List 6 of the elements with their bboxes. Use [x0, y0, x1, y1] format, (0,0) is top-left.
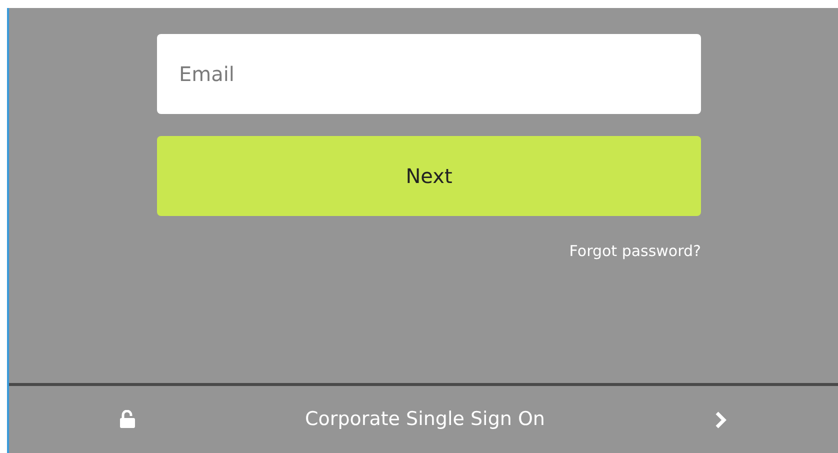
next-button[interactable]: Next	[157, 136, 701, 216]
forgot-password-link[interactable]: Forgot password?	[569, 240, 701, 262]
sso-label[interactable]: Corporate Single Sign On	[305, 405, 545, 434]
unlocked-padlock-icon	[119, 410, 136, 429]
chevron-right-icon[interactable]	[714, 410, 728, 430]
email-field[interactable]: Email	[157, 34, 701, 114]
